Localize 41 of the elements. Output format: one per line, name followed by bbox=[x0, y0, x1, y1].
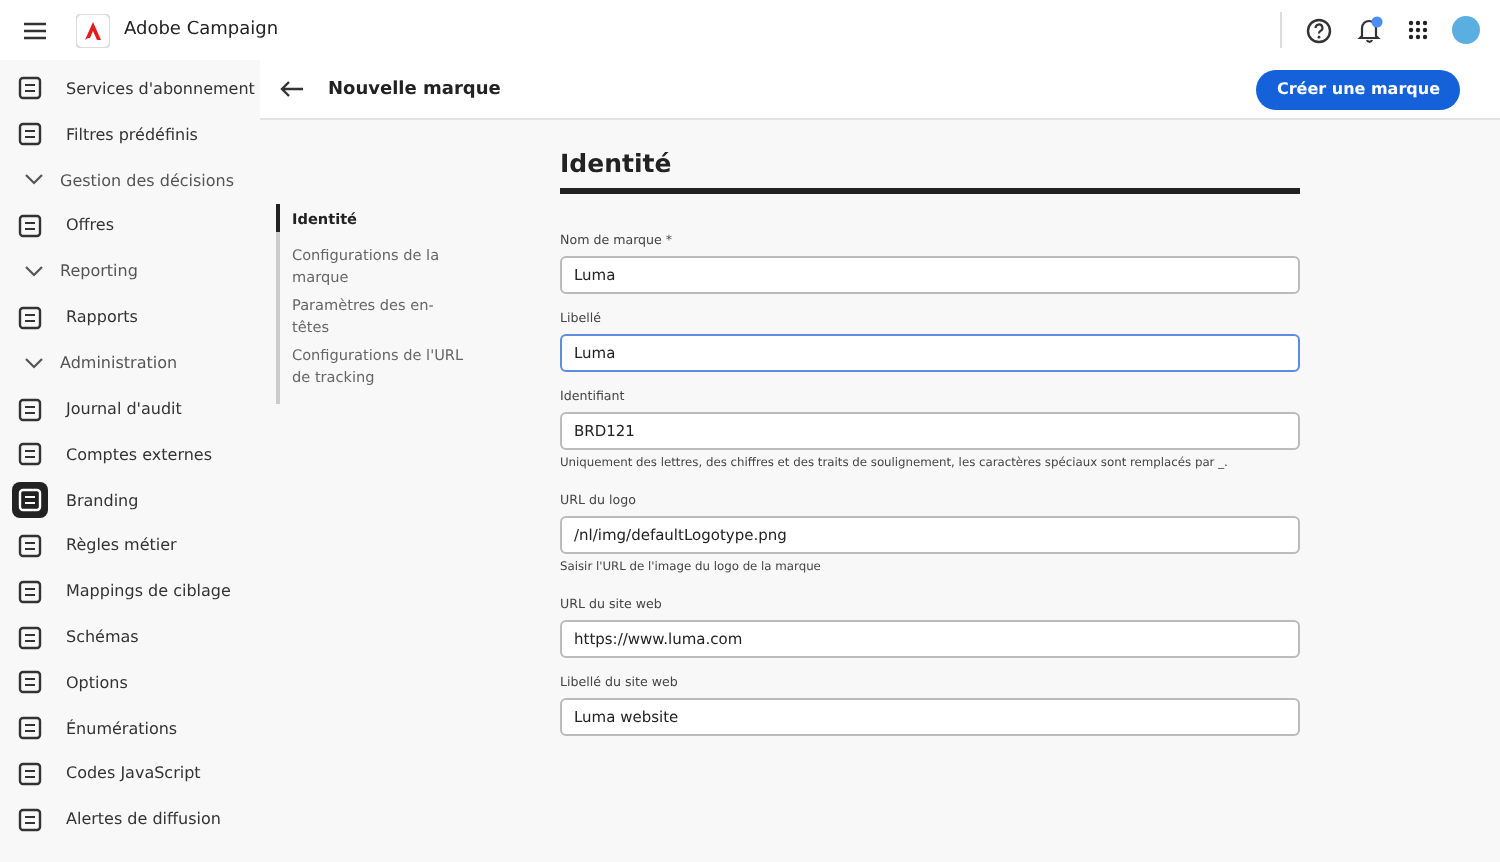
app-title: Adobe Campaign bbox=[124, 20, 279, 40]
list-icon bbox=[18, 625, 42, 650]
list-icon bbox=[18, 305, 42, 330]
list-icon bbox=[18, 670, 42, 695]
list-icon bbox=[18, 397, 42, 422]
sidebar-item[interactable]: Services d'abonnement bbox=[12, 66, 260, 112]
sidebar-item[interactable]: Règles métier bbox=[12, 523, 260, 569]
back-arrow-icon[interactable] bbox=[280, 80, 304, 98]
list-icon bbox=[18, 807, 42, 832]
sidebar-item[interactable]: Comptes externes bbox=[12, 431, 260, 478]
sidebar-item[interactable]: Options bbox=[12, 659, 260, 706]
sidebar-item[interactable]: Codes JavaScript bbox=[12, 751, 260, 797]
list-icon bbox=[18, 76, 42, 101]
list-icon bbox=[18, 213, 42, 238]
list-icon bbox=[18, 579, 42, 604]
sidebar-item[interactable]: Filtres prédéfinis bbox=[12, 111, 260, 158]
sidebar-item[interactable]: Branding bbox=[12, 477, 260, 524]
list-icon bbox=[18, 122, 42, 147]
sidebar-item[interactable]: Énumérations bbox=[12, 705, 260, 752]
sidebar-item[interactable]: Rapports bbox=[12, 294, 260, 341]
bell-icon[interactable] bbox=[1356, 16, 1384, 44]
list-icon bbox=[18, 533, 42, 558]
section-label: Reporting bbox=[60, 262, 138, 281]
sidebar-item[interactable]: Alertes de diffusion bbox=[12, 796, 260, 843]
section-label: Administration bbox=[60, 354, 178, 373]
page-title: Nouvelle marque bbox=[328, 79, 501, 99]
apps-grid-icon[interactable] bbox=[1408, 20, 1428, 40]
menu-icon[interactable] bbox=[24, 21, 46, 39]
section-heading: Identité bbox=[560, 148, 1300, 194]
logo-icon bbox=[76, 13, 110, 47]
sidebar-item[interactable]: Schémas bbox=[12, 614, 260, 660]
sidebar-item[interactable]: Journal d'audit bbox=[12, 386, 260, 432]
help-icon[interactable] bbox=[1306, 17, 1332, 43]
list-icon bbox=[18, 761, 42, 786]
section-label: Gestion des décisions bbox=[60, 171, 235, 190]
list-icon bbox=[18, 716, 42, 741]
sidebar-item[interactable]: Mappings de ciblage bbox=[12, 568, 260, 615]
sidebar-item[interactable]: Offres bbox=[12, 203, 260, 249]
list-icon bbox=[18, 488, 42, 513]
create-brand-button[interactable]: Créer une marque bbox=[1256, 69, 1460, 109]
list-icon bbox=[18, 442, 42, 467]
